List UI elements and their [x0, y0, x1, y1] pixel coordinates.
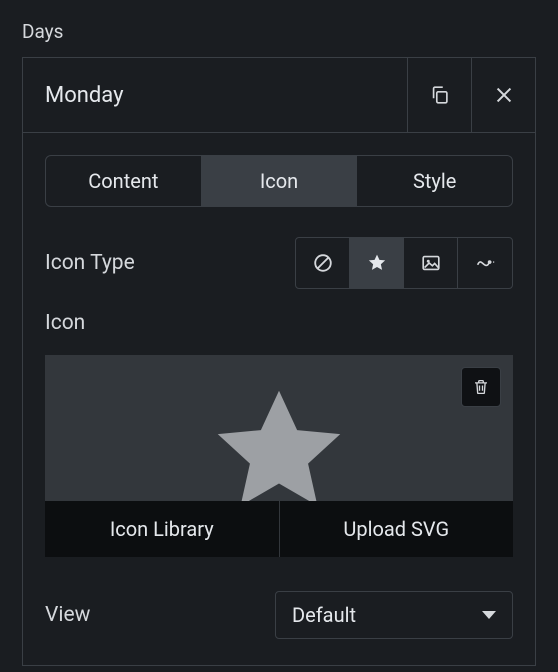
icon-type-label: Icon Type	[45, 251, 135, 275]
image-icon	[420, 252, 442, 274]
icon-preview-actions: Icon Library Upload SVG	[45, 501, 513, 557]
tab-icon[interactable]: Icon	[202, 156, 358, 206]
view-select[interactable]: Default	[275, 591, 513, 639]
caret-down-icon	[482, 611, 496, 619]
icon-preview[interactable]	[45, 355, 513, 501]
copy-icon	[429, 84, 451, 106]
upload-svg-button[interactable]: Upload SVG	[280, 501, 514, 557]
ban-icon	[312, 252, 334, 274]
item-header: Monday	[23, 58, 535, 133]
section-label: Days	[22, 20, 536, 43]
icon-type-lottie[interactable]	[458, 238, 512, 288]
tab-style[interactable]: Style	[357, 156, 512, 206]
close-icon	[493, 84, 515, 106]
repeater-item: Monday Content Icon Style Icon Type	[22, 57, 536, 666]
icon-type-group	[295, 237, 513, 289]
icon-type-none[interactable]	[296, 238, 350, 288]
item-title[interactable]: Monday	[23, 58, 407, 132]
remove-button[interactable]	[471, 58, 535, 132]
duplicate-button[interactable]	[407, 58, 471, 132]
delete-icon-button[interactable]	[461, 367, 501, 407]
tabs: Content Icon Style	[45, 155, 513, 207]
lottie-icon	[474, 252, 496, 274]
trash-icon	[472, 378, 490, 396]
view-select-value: Default	[292, 603, 356, 627]
star-preview-icon	[204, 377, 354, 501]
star-icon	[366, 252, 388, 274]
icon-type-icon[interactable]	[350, 238, 404, 288]
icon-type-image[interactable]	[404, 238, 458, 288]
view-label: View	[45, 603, 255, 627]
icon-field-label: Icon	[45, 311, 513, 335]
tab-content[interactable]: Content	[46, 156, 202, 206]
icon-library-button[interactable]: Icon Library	[45, 501, 280, 557]
